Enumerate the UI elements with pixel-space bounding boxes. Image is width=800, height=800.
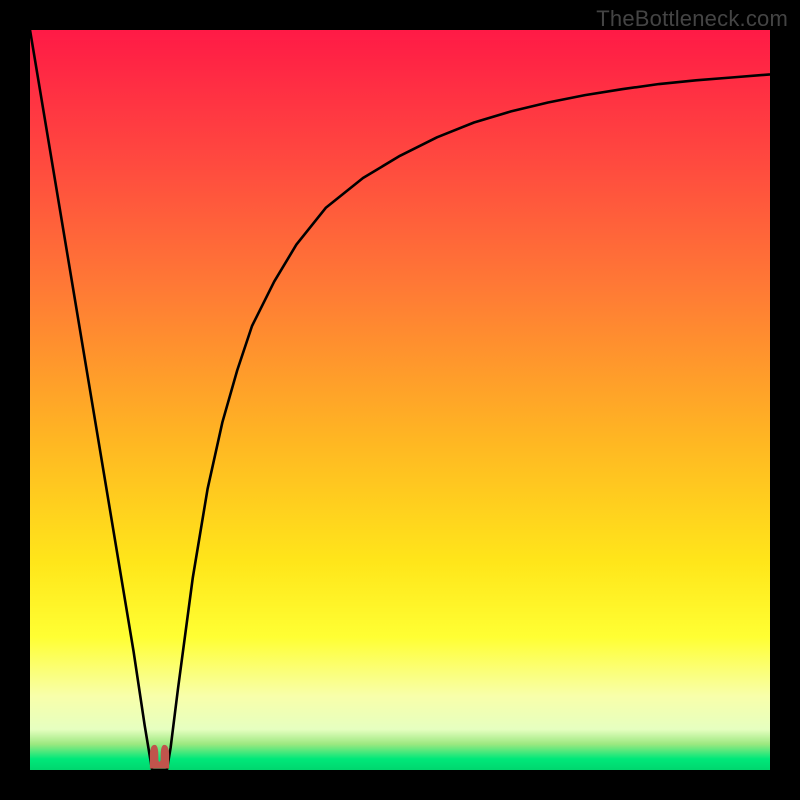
plot-area: [30, 30, 770, 770]
watermark-text: TheBottleneck.com: [596, 6, 788, 32]
chart-background: [30, 30, 770, 770]
plot-svg: [30, 30, 770, 770]
chart-frame: TheBottleneck.com: [0, 0, 800, 800]
